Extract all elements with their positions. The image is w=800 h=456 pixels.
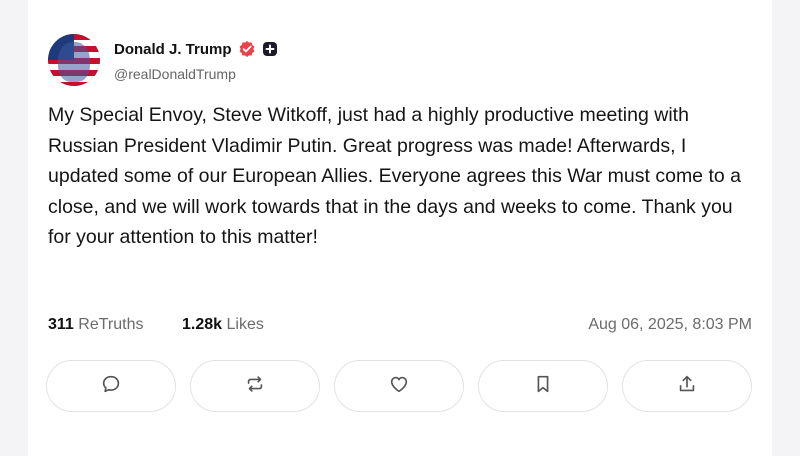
bookmark-button[interactable] — [478, 360, 608, 412]
like-button[interactable] — [334, 360, 464, 412]
likes-label: Likes — [226, 316, 264, 333]
name-row: Donald J. Trump — [114, 38, 278, 60]
heart-icon — [388, 373, 410, 400]
retruth-icon — [244, 373, 266, 400]
display-name[interactable]: Donald J. Trump — [114, 41, 232, 58]
user-handle[interactable]: @realDonaldTrump — [114, 66, 236, 82]
post-timestamp: Aug 06, 2025, 8:03 PM — [588, 316, 752, 333]
action-bar — [46, 360, 754, 414]
plus-badge-icon — [262, 41, 278, 57]
retruths-count: 311 — [48, 316, 74, 333]
share-button[interactable] — [622, 360, 752, 412]
retruths-label: ReTruths — [78, 316, 144, 333]
likes-count: 1.28k — [182, 316, 223, 333]
avatar-face — [58, 42, 90, 82]
comment-icon — [100, 373, 122, 400]
post-card: Donald J. Trump @realDonaldTrump My Spec… — [28, 0, 772, 456]
post-stats: 311 ReTruths 1.28k Likes Aug 06, 2025, 8… — [48, 316, 752, 340]
avatar[interactable] — [48, 34, 100, 86]
post-text: My Special Envoy, Steve Witkoff, just ha… — [48, 104, 747, 248]
bookmark-icon — [532, 373, 554, 400]
share-icon — [676, 373, 698, 400]
verified-badge-icon — [238, 40, 256, 58]
post-header: Donald J. Trump @realDonaldTrump — [48, 34, 728, 90]
retruths-stat[interactable]: 311 ReTruths — [48, 316, 143, 334]
retruth-button[interactable] — [190, 360, 320, 412]
reply-button[interactable] — [46, 360, 176, 412]
likes-stat[interactable]: 1.28k Likes — [182, 316, 264, 334]
